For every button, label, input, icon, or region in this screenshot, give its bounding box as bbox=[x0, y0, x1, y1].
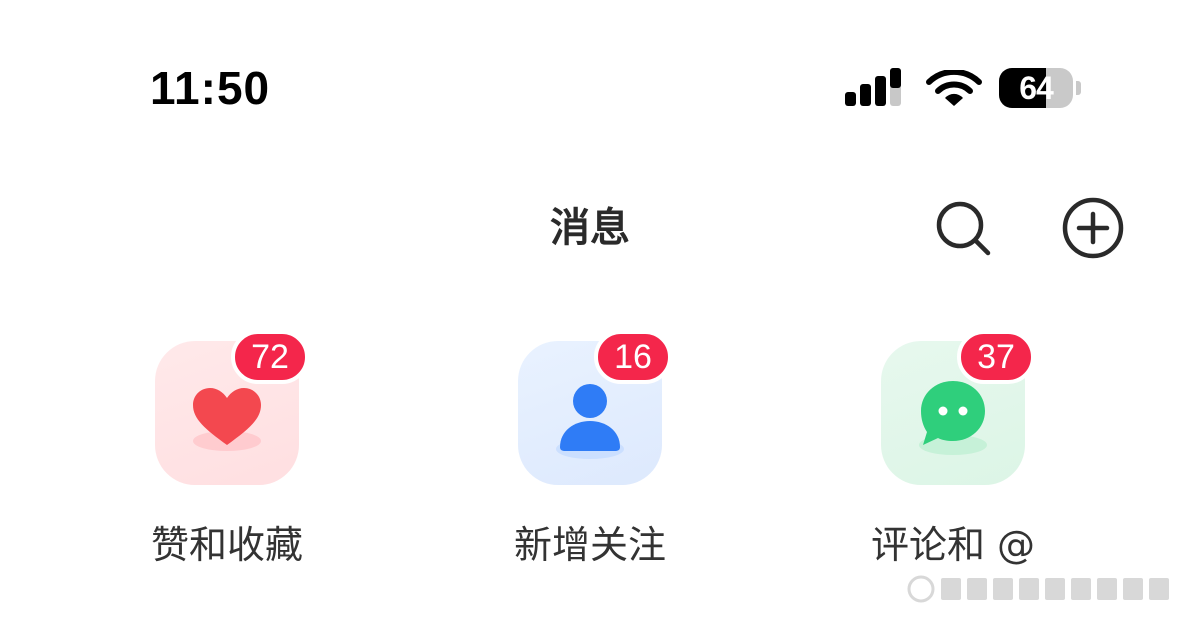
shortcut-comments-and-mentions[interactable]: 37 评论和 @ bbox=[848, 330, 1058, 590]
plus-circle-icon bbox=[1062, 197, 1124, 259]
likes-badge: 72 bbox=[231, 330, 309, 384]
comments-label: 评论和 @ bbox=[870, 523, 1036, 567]
status-time: 11:50 bbox=[150, 62, 271, 114]
shortcut-new-follows[interactable]: 16 新增关注 bbox=[485, 330, 695, 590]
likes-label: 赞和收藏 bbox=[150, 523, 303, 567]
status-icons: 64 bbox=[845, 66, 1085, 110]
battery-level: 64 bbox=[1019, 70, 1054, 106]
search-icon bbox=[936, 201, 991, 256]
watermark bbox=[907, 575, 1169, 603]
comments-badge: 37 bbox=[957, 330, 1035, 384]
signal-icon bbox=[845, 68, 901, 106]
shortcut-likes-and-favorites[interactable]: 72 赞和收藏 bbox=[122, 330, 332, 590]
search-button[interactable] bbox=[930, 195, 996, 261]
add-button[interactable] bbox=[1060, 195, 1126, 261]
wifi-icon bbox=[926, 70, 982, 106]
follows-badge: 16 bbox=[594, 330, 672, 384]
battery-icon: 64 bbox=[999, 66, 1083, 110]
follows-label: 新增关注 bbox=[513, 523, 666, 567]
page-title: 消息 bbox=[550, 205, 630, 251]
